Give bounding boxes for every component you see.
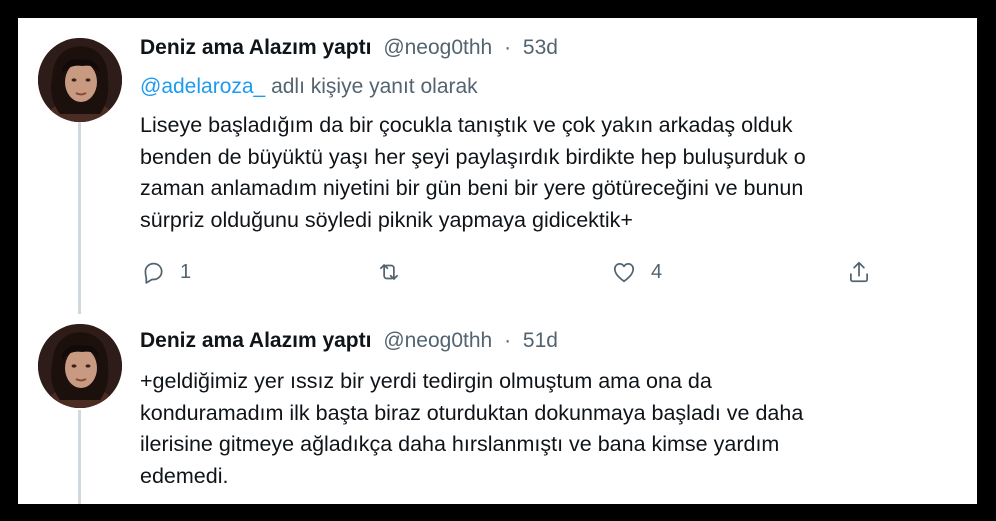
tweet-text-line: zaman anlamadım niyetini bir gün beni bi… [140, 176, 804, 200]
tweet-actions: 1 4 [140, 257, 868, 287]
avatar-photo-icon [38, 38, 122, 122]
replying-to: @adelaroza_ adlı kişiye yanıt olarak [140, 75, 478, 99]
reply-to-handle[interactable]: @adelaroza_ [140, 75, 265, 98]
reply-icon [144, 262, 163, 284]
retweet-button[interactable] [376, 257, 402, 287]
tweet-text: Liseye başladığım da bir çocukla tanıştı… [140, 110, 960, 236]
user-handle[interactable]: @neog0thh [383, 36, 492, 59]
tweet-text-line: sürpriz olduğunu söyledi piknik yapmaya … [140, 207, 633, 232]
reply-to-label: adlı kişiye yanıt olarak [271, 75, 478, 98]
avatar[interactable] [38, 324, 122, 408]
tweet-header: Deniz ama Alazım yaptı @neog0thh · 53d [140, 36, 558, 60]
avatar[interactable] [38, 38, 122, 122]
display-name[interactable]: Deniz ama Alazım yaptı [140, 329, 371, 352]
user-handle[interactable]: @neog0thh [383, 329, 492, 352]
tweet-text-line: edemedi. [140, 463, 229, 488]
tweet-time[interactable]: 51d [523, 329, 558, 352]
avatar-photo-icon [38, 324, 122, 408]
tweet[interactable]: Deniz ama Alazım yaptı @neog0thh · 51d +… [18, 318, 977, 504]
meta-separator: · [504, 36, 512, 59]
tweet-text-line: ilerisine gitmeye ağladıkça daha hırslan… [140, 432, 780, 456]
tweet-text-line: konduramadım ilk başta biraz oturduktan … [140, 400, 804, 425]
tweet-text-line: Liseye başladığım da bir çocukla tanıştı… [140, 113, 793, 137]
share-button[interactable] [846, 257, 872, 287]
reply-count: 1 [180, 260, 192, 283]
retweet-icon [380, 264, 398, 280]
heart-icon [613, 263, 635, 283]
tweet[interactable]: Deniz ama Alazım yaptı @neog0thh · 53d @… [18, 18, 977, 318]
display-name[interactable]: Deniz ama Alazım yaptı [140, 36, 371, 59]
tweet-time[interactable]: 53d [523, 36, 558, 59]
like-count: 4 [651, 260, 663, 283]
tweet-text-line: +geldiğimiz yer ıssız bir yerdi tedirgin… [140, 369, 712, 393]
share-icon [850, 261, 868, 283]
tweet-text: +geldiğimiz yer ıssız bir yerdi tedirgin… [140, 366, 960, 492]
reply-button[interactable]: 1 [140, 257, 191, 287]
meta-separator: · [504, 329, 512, 352]
tweet-thread: Deniz ama Alazım yaptı @neog0thh · 53d @… [18, 18, 977, 504]
like-button[interactable]: 4 [611, 257, 662, 287]
tweet-text-line: benden de büyüktü yaşı her şeyi paylaşır… [140, 144, 806, 169]
tweet-header: Deniz ama Alazım yaptı @neog0thh · 51d [140, 329, 558, 353]
